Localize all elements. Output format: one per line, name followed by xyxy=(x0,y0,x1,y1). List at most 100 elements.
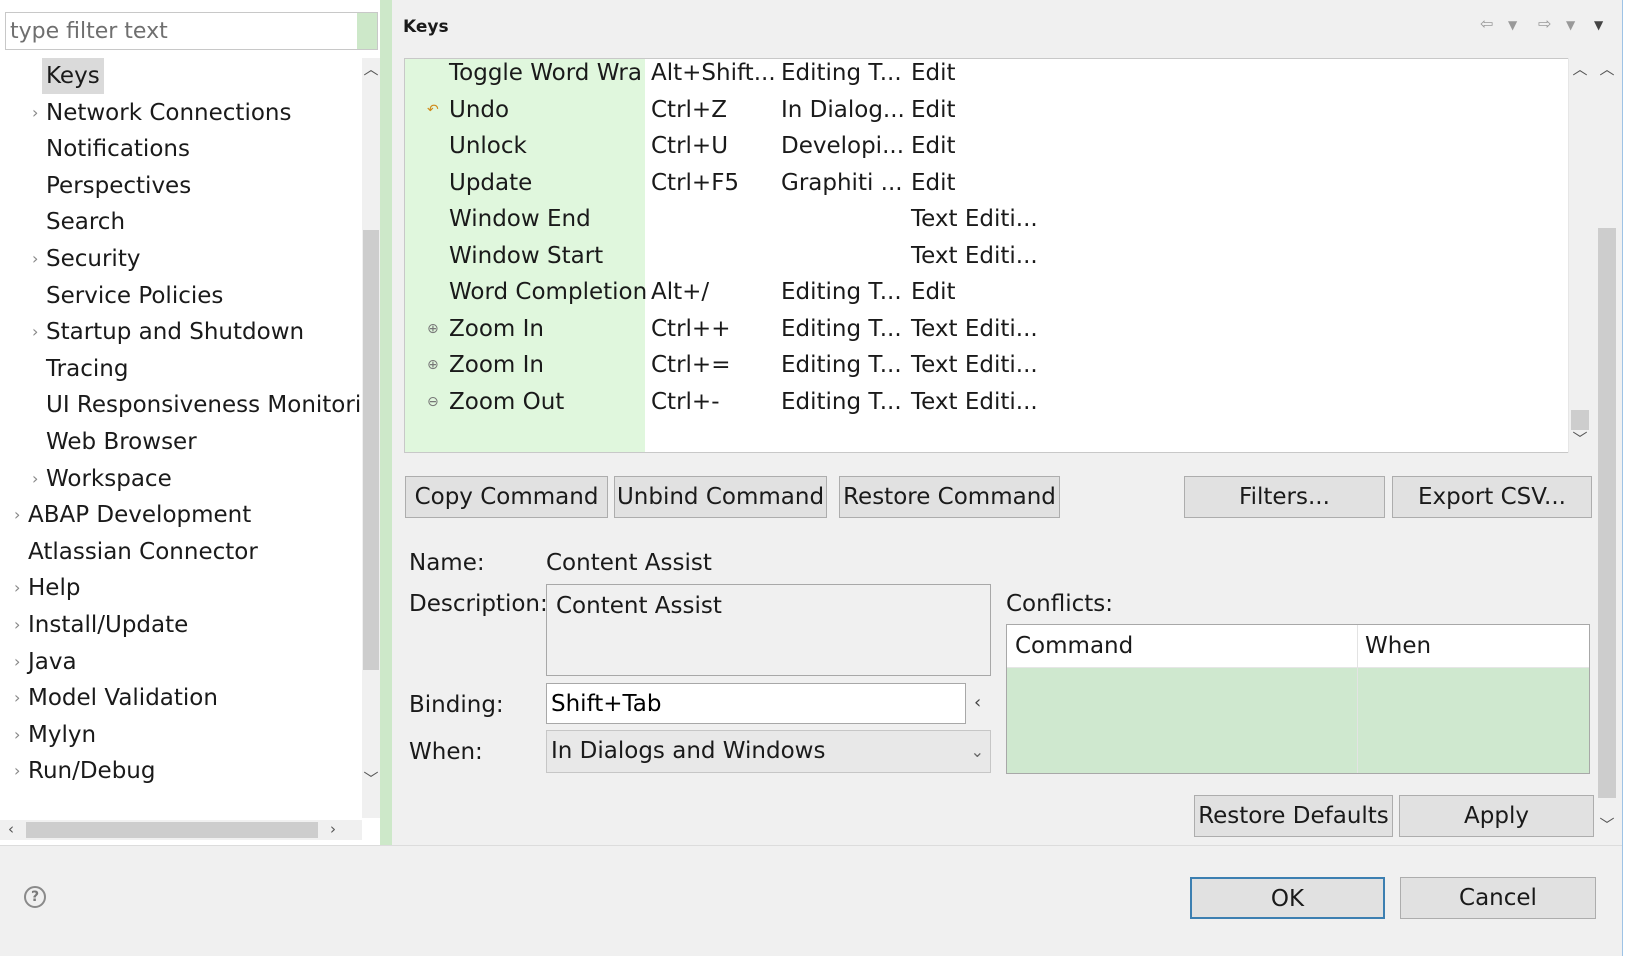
conflicts-table: Command When xyxy=(1006,624,1590,774)
binding-label: Binding: xyxy=(409,692,504,718)
unbind-command-button[interactable]: Unbind Command xyxy=(614,476,827,518)
table-row[interactable]: Unlock Ctrl+U Developi... Edit xyxy=(405,127,1535,165)
expand-chevron-icon[interactable]: › xyxy=(32,95,38,131)
binding-field[interactable] xyxy=(546,683,966,724)
apply-button[interactable]: Apply xyxy=(1399,795,1594,837)
when-selected-value: In Dialogs and Windows xyxy=(551,738,826,764)
cell-binding: Ctrl+= xyxy=(651,352,731,378)
tree-item-label: Startup and Shutdown xyxy=(46,319,305,346)
back-arrow-icon[interactable]: ⇦ xyxy=(1480,14,1493,33)
cell-category: Edit xyxy=(911,60,956,86)
cell-category: Text Editi... xyxy=(911,242,1038,269)
expand-chevron-icon[interactable]: › xyxy=(14,570,20,606)
table-row[interactable]: Update Ctrl+F5 Graphiti ... Edit xyxy=(405,164,1535,202)
table-row[interactable]: Window Start Text Editi... xyxy=(405,237,1535,275)
help-icon[interactable]: ? xyxy=(24,886,46,908)
tree-item-label: Help xyxy=(28,575,81,602)
page-vertical-scrollbar[interactable]: ︿ ﹀ xyxy=(1596,58,1618,838)
tree-item-label: Workspace xyxy=(46,465,172,492)
expand-chevron-icon[interactable]: › xyxy=(14,753,20,789)
cell-when: Editing T... xyxy=(781,388,902,415)
cell-binding: Ctrl+U xyxy=(651,133,729,159)
scroll-left-arrow-icon[interactable]: ‹ xyxy=(2,820,20,838)
back-dropdown-icon[interactable]: ▼ xyxy=(1508,18,1517,32)
panel-sash[interactable] xyxy=(380,0,392,845)
forward-arrow-icon[interactable]: ⇨ xyxy=(1538,14,1551,33)
table-row[interactable]: ⊖ Zoom Out Ctrl+- Editing T... Text Editi... xyxy=(405,383,1535,421)
tree-horizontal-scrollbar[interactable]: ‹ › xyxy=(0,820,362,840)
scrollbar-thumb[interactable] xyxy=(363,230,379,670)
export-csv-button[interactable]: Export CSV... xyxy=(1392,476,1592,518)
cell-command: Word Completion xyxy=(449,279,648,305)
cell-command: Undo xyxy=(449,96,510,123)
name-value: Content Assist xyxy=(546,550,712,576)
cell-binding: Alt+Shift... xyxy=(651,60,776,86)
tree-item-label: Security xyxy=(46,246,141,272)
expand-chevron-icon[interactable]: › xyxy=(32,461,38,497)
zoom-out-icon: ⊖ xyxy=(427,393,439,410)
expand-chevron-icon[interactable]: › xyxy=(14,680,20,716)
when-label: When: xyxy=(409,739,483,765)
expand-chevron-icon[interactable]: › xyxy=(32,314,38,350)
table-row[interactable]: Toggle Word Wra Alt+Shift... Editing T... E… xyxy=(405,59,1535,92)
bindings-vertical-scrollbar[interactable]: ︿ ﹀ xyxy=(1568,58,1590,453)
scroll-right-arrow-icon[interactable]: › xyxy=(324,820,342,838)
cell-when: In Dialog... xyxy=(781,96,905,123)
cell-when: Editing T... xyxy=(781,315,902,342)
page-title: Keys xyxy=(403,17,449,37)
scrollbar-thumb[interactable] xyxy=(1598,228,1616,798)
scroll-up-arrow-icon[interactable]: ︿ xyxy=(1571,58,1589,79)
forward-dropdown-icon[interactable]: ▼ xyxy=(1566,18,1575,32)
tree-item-label: Search xyxy=(46,209,126,236)
table-row[interactable]: ↶ Undo Ctrl+Z In Dialog... Edit xyxy=(405,91,1535,129)
scroll-down-arrow-icon[interactable]: ﹀ xyxy=(1571,428,1589,449)
scroll-down-arrow-icon[interactable]: ﹀ xyxy=(1598,814,1616,835)
cancel-button[interactable]: Cancel xyxy=(1400,877,1596,919)
cell-category: Text Editi... xyxy=(911,315,1038,342)
expand-chevron-icon[interactable]: › xyxy=(14,644,20,680)
restore-defaults-button[interactable]: Restore Defaults xyxy=(1194,795,1393,837)
tree-vertical-scrollbar[interactable]: ︿ ﹀ xyxy=(362,58,380,818)
filters-button[interactable]: Filters... xyxy=(1184,476,1385,518)
cell-category: Text Editi... xyxy=(911,352,1038,378)
chevron-down-icon: ⌄ xyxy=(970,742,984,761)
expand-chevron-icon[interactable]: › xyxy=(14,497,20,533)
binding-input[interactable] xyxy=(547,684,965,723)
bindings-table: Toggle Word Wra Alt+Shift... Editing T... E… xyxy=(404,58,1572,453)
scrollbar-thumb[interactable] xyxy=(1571,410,1589,430)
view-menu-icon[interactable]: ▼ xyxy=(1594,18,1603,32)
conflicts-label: Conflicts: xyxy=(1006,591,1113,617)
table-row[interactable]: Word Completion Alt+/ Editing T... Edit xyxy=(405,273,1535,311)
table-row[interactable]: Window End Text Editi... xyxy=(405,200,1535,238)
cell-when: Developi... xyxy=(781,133,905,159)
tree-item-label: Install/Update xyxy=(28,612,189,638)
binding-menu-arrow-icon[interactable]: ‹ xyxy=(974,688,981,718)
description-field[interactable]: Content Assist xyxy=(546,584,991,676)
tree-item-label: Tracing xyxy=(46,355,129,382)
cell-binding: Alt+/ xyxy=(651,279,710,305)
expand-chevron-icon[interactable]: › xyxy=(32,241,38,277)
scroll-up-arrow-icon[interactable]: ︿ xyxy=(362,58,380,79)
scroll-down-arrow-icon[interactable]: ﹀ xyxy=(362,768,380,789)
filter-input[interactable] xyxy=(6,13,361,49)
tree-item-label: Perspectives xyxy=(46,172,192,199)
column-header-command[interactable]: Command xyxy=(1015,631,1133,661)
tree-item-label: Run/Debug xyxy=(28,758,156,785)
scroll-up-arrow-icon[interactable]: ︿ xyxy=(1598,58,1616,79)
copy-command-button[interactable]: Copy Command xyxy=(405,476,608,518)
cell-command: Toggle Word Wra xyxy=(449,60,642,86)
ok-button[interactable]: OK xyxy=(1190,877,1385,919)
cell-binding: Ctrl+Z xyxy=(651,96,727,123)
table-row[interactable]: ⊕ Zoom In Ctrl+= Editing T... Text Editi... xyxy=(405,346,1535,384)
cell-category: Edit xyxy=(911,169,956,196)
zoom-in-icon: ⊕ xyxy=(427,320,439,337)
expand-chevron-icon[interactable]: › xyxy=(14,607,20,643)
scrollbar-thumb[interactable] xyxy=(26,822,318,838)
table-row[interactable]: ⊕ Zoom In Ctrl++ Editing T... Text Editi... xyxy=(405,310,1535,348)
cell-command: Window End xyxy=(449,206,591,232)
restore-command-button[interactable]: Restore Command xyxy=(839,476,1060,518)
column-header-when[interactable]: When xyxy=(1365,631,1431,661)
expand-chevron-icon[interactable]: › xyxy=(14,717,20,753)
when-dropdown[interactable]: In Dialogs and Windows ⌄ xyxy=(546,730,991,773)
cell-category: Edit xyxy=(911,96,956,123)
